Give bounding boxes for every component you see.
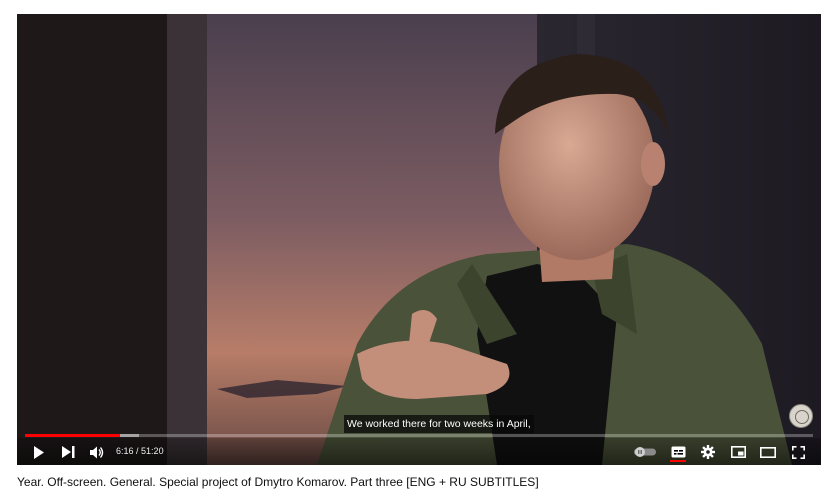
video-frame[interactable] — [17, 14, 821, 465]
control-bar: 6:16 / 51:20 — [17, 438, 821, 465]
next-icon — [61, 446, 74, 458]
play-icon — [34, 445, 44, 459]
next-button[interactable] — [58, 442, 78, 462]
autoplay-toggle-icon — [634, 447, 656, 457]
volume-icon — [89, 446, 103, 458]
miniplayer-button[interactable] — [728, 442, 748, 462]
volume-button[interactable] — [87, 442, 107, 462]
video-player[interactable]: We worked there for two weeks in April, … — [17, 14, 821, 465]
fullscreen-button[interactable] — [788, 442, 808, 462]
play-button[interactable] — [29, 442, 49, 462]
progress-played — [25, 434, 120, 437]
channel-watermark-icon[interactable] — [789, 404, 813, 428]
video-title[interactable]: Year. Off-screen. General. Special proje… — [17, 475, 539, 489]
settings-icon — [701, 445, 715, 459]
duration: 51:20 — [141, 446, 164, 456]
miniplayer-icon — [730, 446, 746, 458]
fullscreen-icon — [791, 445, 805, 459]
subtitle-caption: We worked there for two weeks in April, — [344, 415, 534, 433]
time-display: 6:16 / 51:20 — [116, 446, 164, 456]
settings-button[interactable] — [698, 442, 718, 462]
theater-icon — [760, 446, 776, 458]
progress-bar[interactable] — [25, 434, 813, 437]
autoplay-toggle[interactable] — [633, 442, 657, 462]
subtitles-button[interactable] — [668, 442, 688, 462]
time-separator: / — [133, 446, 142, 456]
theater-mode-button[interactable] — [758, 442, 778, 462]
subtitles-active-indicator — [670, 460, 686, 462]
subtitles-icon — [671, 446, 685, 458]
current-time: 6:16 — [116, 446, 134, 456]
